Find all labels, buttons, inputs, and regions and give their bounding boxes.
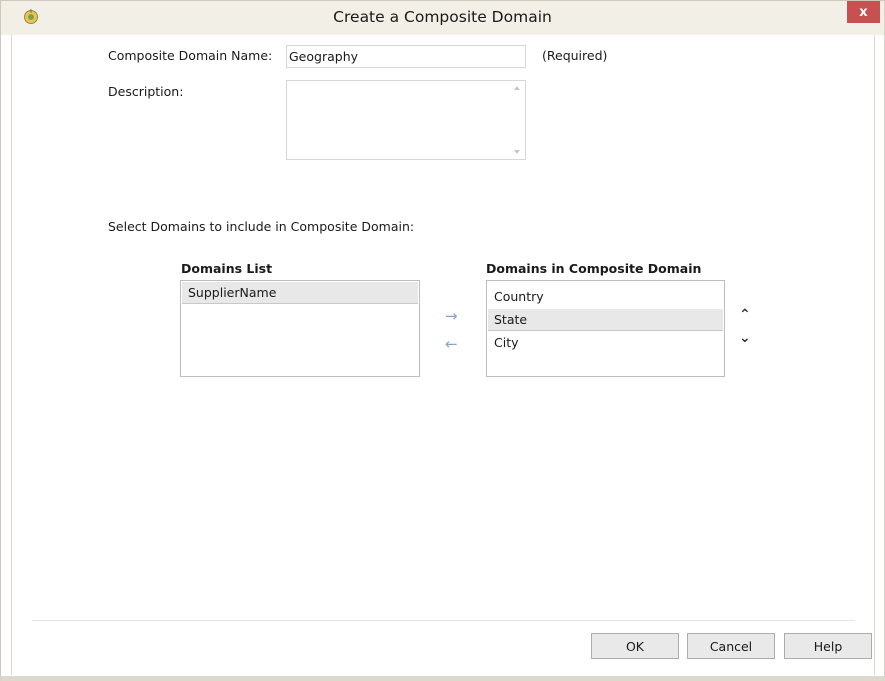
list-item-label: City	[494, 335, 519, 350]
composite-name-value: Geography	[289, 49, 359, 64]
list-item[interactable]: Country	[488, 286, 723, 308]
dialog-body: Composite Domain Name: Geography (Requir…	[11, 35, 875, 675]
list-item-label: SupplierName	[188, 285, 277, 300]
move-up-icon[interactable]: ⌃	[739, 307, 751, 323]
remove-arrow-icon[interactable]: ←	[445, 335, 458, 353]
composite-name-input[interactable]: Geography	[286, 45, 526, 68]
scroll-up-icon[interactable]	[514, 86, 520, 90]
description-input[interactable]	[286, 80, 526, 160]
footer-divider	[32, 620, 854, 621]
scroll-down-icon[interactable]	[514, 150, 520, 154]
cancel-button[interactable]: Cancel	[687, 633, 775, 659]
list-item[interactable]: SupplierName	[182, 282, 418, 304]
domains-list-header: Domains List	[181, 261, 273, 276]
dialog-window: Create a Composite Domain x Composite Do…	[0, 0, 885, 681]
add-arrow-icon[interactable]: →	[445, 307, 458, 325]
close-button[interactable]: x	[847, 1, 880, 23]
composite-name-label: Composite Domain Name:	[108, 48, 273, 63]
move-down-icon[interactable]: ⌄	[739, 330, 751, 346]
list-item-label: State	[494, 312, 528, 327]
composite-list-header: Domains in Composite Domain	[486, 261, 702, 276]
composite-domains-listbox[interactable]: Country State City	[486, 280, 725, 377]
required-note: (Required)	[542, 48, 608, 63]
ok-button[interactable]: OK	[591, 633, 679, 659]
close-icon: x	[859, 4, 868, 20]
select-domains-label: Select Domains to include in Composite D…	[108, 219, 415, 234]
description-scrollbar[interactable]	[510, 82, 524, 158]
title-bar[interactable]: Create a Composite Domain x	[1, 1, 884, 35]
description-label: Description:	[108, 84, 184, 99]
domains-listbox[interactable]: SupplierName	[180, 280, 420, 377]
dialog-title: Create a Composite Domain	[333, 8, 552, 26]
list-item[interactable]: City	[488, 332, 723, 354]
help-button[interactable]: Help	[784, 633, 872, 659]
list-item[interactable]: State	[488, 309, 723, 331]
list-item-label: Country	[494, 289, 544, 304]
